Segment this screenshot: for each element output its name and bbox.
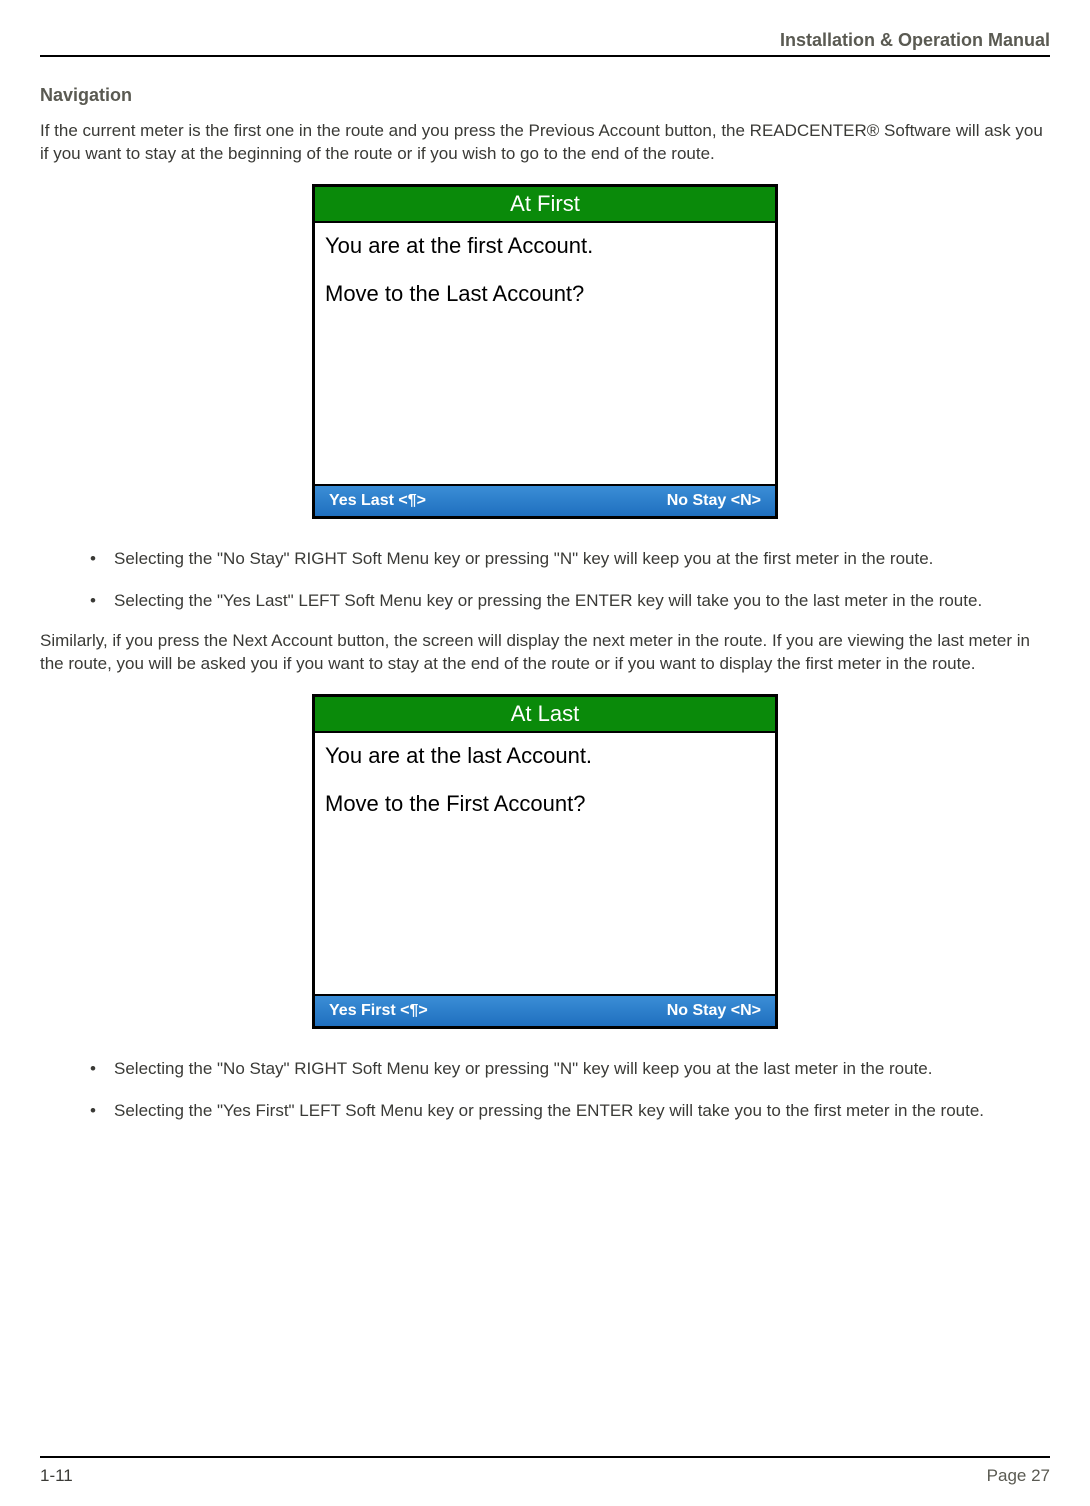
bullet-list-1: • Selecting the "No Stay" RIGHT Soft Men… bbox=[40, 547, 1050, 613]
page-number: Page 27 bbox=[987, 1466, 1050, 1486]
dialog-title: At Last bbox=[315, 697, 775, 733]
footer-left: 1-11 bbox=[40, 1466, 73, 1486]
footer: 1-11 Page 27 bbox=[40, 1456, 1050, 1486]
soft-key-right[interactable]: No Stay <N> bbox=[667, 492, 761, 510]
manual-title: Installation & Operation Manual bbox=[40, 30, 1050, 55]
dialog-title: At First bbox=[315, 187, 775, 223]
bullet-icon: • bbox=[90, 1099, 114, 1123]
header: Installation & Operation Manual bbox=[40, 30, 1050, 57]
intro-paragraph: If the current meter is the first one in… bbox=[40, 120, 1050, 166]
screenshot-at-first: At First You are at the first Account. M… bbox=[312, 184, 778, 519]
bullet-text: Selecting the "Yes First" LEFT Soft Menu… bbox=[114, 1099, 984, 1123]
bullet-icon: • bbox=[90, 547, 114, 571]
list-item: • Selecting the "Yes First" LEFT Soft Me… bbox=[90, 1099, 1050, 1123]
dialog-line-2: Move to the First Account? bbox=[325, 789, 765, 819]
soft-key-left[interactable]: Yes First <¶> bbox=[329, 1002, 428, 1020]
soft-key-bar: Yes First <¶> No Stay <N> bbox=[315, 994, 775, 1026]
list-item: • Selecting the "No Stay" RIGHT Soft Men… bbox=[90, 547, 1050, 571]
section-title: Navigation bbox=[40, 85, 1050, 106]
bullet-text: Selecting the "No Stay" RIGHT Soft Menu … bbox=[114, 1057, 932, 1081]
soft-key-bar: Yes Last <¶> No Stay <N> bbox=[315, 484, 775, 516]
screenshot-at-last: At Last You are at the last Account. Mov… bbox=[312, 694, 778, 1029]
dialog-line-2: Move to the Last Account? bbox=[325, 279, 765, 309]
bullet-text: Selecting the "Yes Last" LEFT Soft Menu … bbox=[114, 589, 982, 613]
dialog-body: You are at the last Account. Move to the… bbox=[315, 733, 775, 994]
bullet-icon: • bbox=[90, 1057, 114, 1081]
mid-paragraph: Similarly, if you press the Next Account… bbox=[40, 630, 1050, 676]
soft-key-left[interactable]: Yes Last <¶> bbox=[329, 492, 426, 510]
bullet-list-2: • Selecting the "No Stay" RIGHT Soft Men… bbox=[40, 1057, 1050, 1123]
soft-key-right[interactable]: No Stay <N> bbox=[667, 1002, 761, 1020]
page: Installation & Operation Manual Navigati… bbox=[0, 0, 1090, 1506]
dialog-line-1: You are at the first Account. bbox=[325, 231, 765, 261]
list-item: • Selecting the "Yes Last" LEFT Soft Men… bbox=[90, 589, 1050, 613]
list-item: • Selecting the "No Stay" RIGHT Soft Men… bbox=[90, 1057, 1050, 1081]
bullet-text: Selecting the "No Stay" RIGHT Soft Menu … bbox=[114, 547, 933, 571]
bullet-icon: • bbox=[90, 589, 114, 613]
dialog-line-1: You are at the last Account. bbox=[325, 741, 765, 771]
dialog-body: You are at the first Account. Move to th… bbox=[315, 223, 775, 484]
